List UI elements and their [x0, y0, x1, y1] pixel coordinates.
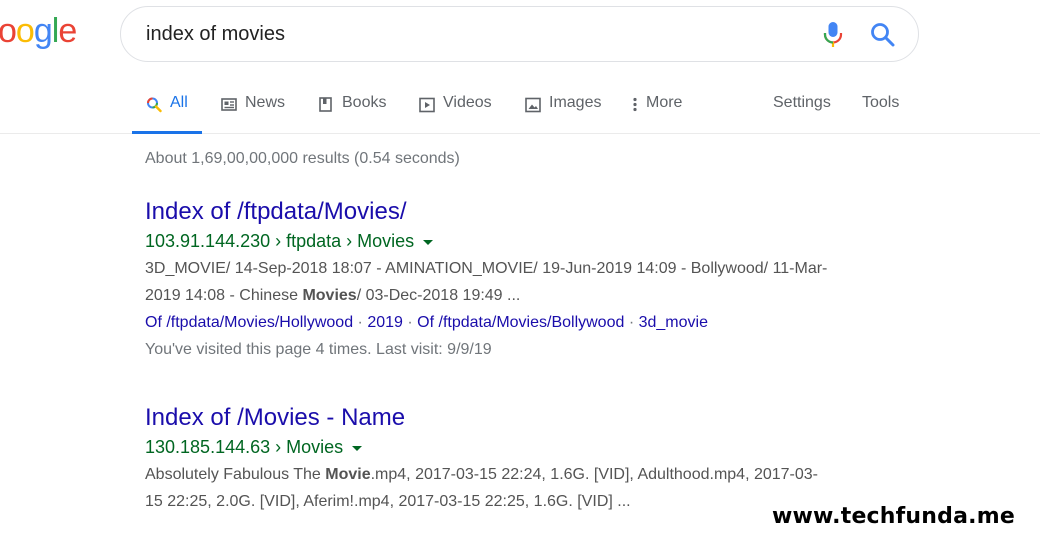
tab-label: Tools [862, 94, 900, 111]
news-icon [221, 96, 237, 114]
result-url: 130.185.144.63 › Movies [145, 433, 905, 461]
tab-label: All [170, 94, 188, 111]
more-vert-icon [632, 96, 638, 114]
play-icon [419, 96, 435, 114]
result-title-link[interactable]: Index of /Movies - Name [145, 403, 905, 433]
tab-news[interactable]: News [221, 94, 285, 134]
logo-letter-g: g [33, 12, 53, 50]
tab-label: Books [342, 94, 387, 111]
sitelink-separator: · [628, 314, 635, 331]
image-icon [525, 96, 541, 114]
logo-letter-o2: o [15, 12, 35, 50]
snippet-text: 2019 14:08 - Chinese [145, 287, 303, 304]
sitelink[interactable]: 2019 [367, 314, 403, 331]
logo-letter-o1: o [0, 12, 17, 50]
result-url-text[interactable]: 103.91.144.230 › ftpdata › Movies [145, 227, 414, 255]
tab-images[interactable]: Images [525, 94, 601, 134]
tab-tools[interactable]: Tools [862, 94, 899, 134]
result-url-text[interactable]: 130.185.144.63 › Movies [145, 433, 343, 461]
snippet-line: 3D_MOVIE/ 14-Sep-2018 18:07 - AMINATION_… [145, 260, 828, 277]
tab-more[interactable]: More [632, 94, 682, 134]
tab-label: More [646, 94, 683, 111]
visited-note: You've visited this page 4 times. Last v… [145, 341, 492, 358]
sitelink[interactable]: Of /ftpdata/Movies/Bollywood [417, 314, 624, 331]
snippet-text: Absolutely Fabulous The [145, 466, 326, 483]
tab-all[interactable]: All [132, 94, 202, 134]
tab-settings[interactable]: Settings [773, 94, 831, 134]
search-icon[interactable] [869, 21, 897, 49]
tab-books[interactable]: Books [318, 94, 386, 134]
result-snippet: 3D_MOVIE/ 14-Sep-2018 18:07 - AMINATION_… [145, 255, 905, 309]
tab-label: Videos [443, 94, 492, 111]
result-sitelinks: Of /ftpdata/Movies/Hollywood · 2019 · Of… [145, 309, 905, 336]
logo-letter-e: e [58, 12, 77, 50]
sitelink-separator: · [357, 314, 363, 331]
watermark: www.techfunda.me [772, 504, 1015, 529]
search-tabs: All News Books Videos Images More Settin… [0, 84, 1040, 134]
caret-down-icon[interactable] [423, 239, 434, 245]
search-box [120, 6, 919, 62]
search-input[interactable] [146, 21, 786, 47]
search-result: Index of /ftpdata/Movies/ 103.91.144.230… [145, 197, 905, 363]
tab-label: Images [549, 94, 602, 111]
snippet-bold: Movies [302, 287, 357, 304]
result-url: 103.91.144.230 › ftpdata › Movies [145, 227, 905, 255]
book-icon [318, 96, 334, 114]
google-logo[interactable]: oogle [0, 12, 77, 51]
sitelink-separator: · [407, 314, 413, 331]
result-title-link[interactable]: Index of /ftpdata/Movies/ [145, 197, 905, 227]
result-stats: About 1,69,00,00,000 results (0.54 secon… [145, 150, 460, 167]
snippet-text: / 03-Dec-2018 19:49 ... [356, 287, 521, 304]
snippet-text: .mp4, 2017-03-15 22:24, 1.6G. [VID], Adu… [370, 466, 819, 483]
search-result: Index of /Movies - Name 130.185.144.63 ›… [145, 403, 905, 515]
search-icon [146, 96, 162, 114]
sitelink[interactable]: 3d_movie [639, 314, 708, 331]
sitelink[interactable]: Of /ftpdata/Movies/Hollywood [145, 314, 353, 331]
tab-videos[interactable]: Videos [419, 94, 492, 134]
snippet-line: 15 22:25, 2.0G. [VID], Aferim!.mp4, 2017… [145, 493, 631, 510]
caret-down-icon[interactable] [352, 445, 363, 451]
tab-label: Settings [773, 94, 831, 111]
tab-label: News [245, 94, 286, 111]
snippet-bold: Movie [325, 466, 371, 483]
mic-icon[interactable] [821, 21, 845, 49]
